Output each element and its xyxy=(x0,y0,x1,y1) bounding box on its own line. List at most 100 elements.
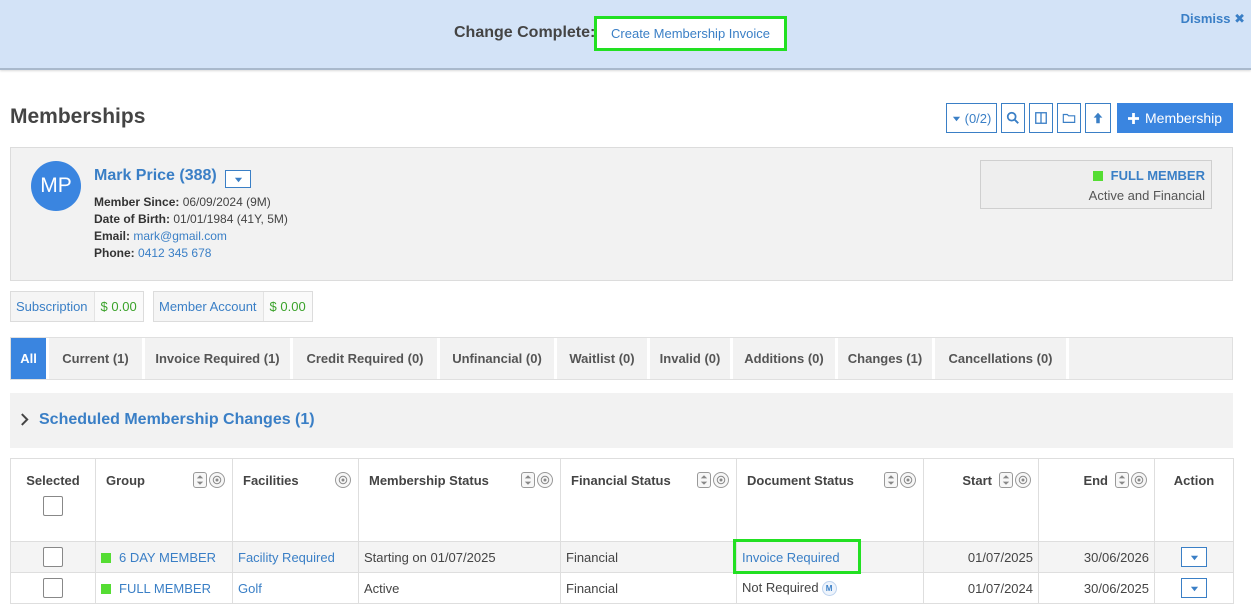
member-since-value: 06/09/2024 (9M) xyxy=(182,195,271,209)
caret-down-icon xyxy=(952,116,960,121)
tab-changes[interactable]: Changes (1) xyxy=(838,338,935,379)
tab-current[interactable]: Current (1) xyxy=(49,338,145,379)
arrow-up-icon xyxy=(1093,112,1103,124)
facilities-cell: Golf xyxy=(232,572,359,604)
col-action-label: Action xyxy=(1173,473,1215,488)
folder-icon xyxy=(1062,113,1076,123)
membership-status-cell: Active xyxy=(358,572,561,604)
add-membership-label: Membership xyxy=(1145,110,1223,126)
col-financial-status-label: Financial Status xyxy=(571,473,671,488)
group-link[interactable]: 6 DAY MEMBER xyxy=(119,550,216,565)
status-tabs: All Current (1) Invoice Required (1) Cre… xyxy=(10,337,1233,380)
col-end-label: End xyxy=(1083,473,1108,488)
banner-label: Change Complete: xyxy=(454,24,596,41)
eye-icon[interactable] xyxy=(1131,472,1147,488)
tab-credit-required[interactable]: Credit Required (0) xyxy=(293,338,440,379)
eye-icon[interactable] xyxy=(713,472,729,488)
columns-icon xyxy=(1035,112,1047,124)
caret-down-icon xyxy=(1190,586,1198,591)
tab-all[interactable]: All xyxy=(11,338,49,379)
add-membership-button[interactable]: Membership xyxy=(1117,103,1234,133)
row-action-dropdown[interactable] xyxy=(1181,547,1207,567)
row-checkbox[interactable] xyxy=(43,547,63,567)
change-complete-banner: Change Complete: Create Membership Invoi… xyxy=(0,0,1251,70)
facilities-link[interactable]: Golf xyxy=(238,581,262,596)
memberships-table: Selected Group Facilities Membership Sta… xyxy=(10,458,1234,604)
membership-status-box: FULL MEMBER Active and Financial xyxy=(980,160,1212,209)
facilities-link[interactable]: Facility Required xyxy=(238,550,335,565)
tab-additions[interactable]: Additions (0) xyxy=(733,338,838,379)
table-header-row: Selected Group Facilities Membership Sta… xyxy=(10,458,1234,542)
phone-line: Phone: 0412 345 678 xyxy=(94,246,211,260)
table-row[interactable]: 6 DAY MEMBER Facility Required Starting … xyxy=(10,541,1234,573)
select-all-checkbox[interactable] xyxy=(43,496,63,516)
col-membership-status-label: Membership Status xyxy=(369,473,489,488)
sort-icon[interactable] xyxy=(1115,472,1129,488)
email-line: Email: mark@gmail.com xyxy=(94,229,227,243)
caret-down-icon xyxy=(1190,555,1198,560)
subscription-amount: $ 0.00 xyxy=(93,292,143,321)
eye-icon[interactable] xyxy=(209,472,225,488)
col-end: End xyxy=(1038,458,1155,542)
columns-button[interactable] xyxy=(1029,103,1053,133)
subscription-balance[interactable]: Subscription $ 0.00 xyxy=(10,291,144,322)
status-indicator xyxy=(1092,170,1103,181)
col-membership-status: Membership Status xyxy=(358,458,561,542)
member-actions-dropdown[interactable] xyxy=(225,170,251,188)
sort-icon[interactable] xyxy=(697,472,711,488)
row-action-dropdown[interactable] xyxy=(1181,578,1207,598)
col-selected-label: Selected xyxy=(26,473,80,488)
member-since-line: Member Since: 06/09/2024 (9M) xyxy=(94,195,271,209)
col-facilities-label: Facilities xyxy=(243,473,299,488)
tab-cancellations[interactable]: Cancellations (0) xyxy=(935,338,1069,379)
financial-status-cell: Financial xyxy=(560,541,737,573)
tab-invoice-required[interactable]: Invoice Required (1) xyxy=(145,338,293,379)
email-link[interactable]: mark@gmail.com xyxy=(133,229,227,243)
member-account-balance[interactable]: Member Account $ 0.00 xyxy=(153,291,313,322)
page-title: Memberships xyxy=(10,105,146,128)
row-checkbox[interactable] xyxy=(43,578,63,598)
scheduled-changes-panel[interactable]: Scheduled Membership Changes (1) xyxy=(10,393,1233,448)
filter-count: (0/2) xyxy=(964,110,992,126)
create-membership-invoice-link[interactable]: Create Membership Invoice xyxy=(594,16,787,51)
eye-icon[interactable] xyxy=(1015,472,1031,488)
col-facilities: Facilities xyxy=(232,458,359,542)
invoice-required-link[interactable]: Invoice Required xyxy=(742,550,840,565)
tab-unfinancial[interactable]: Unfinancial (0) xyxy=(440,338,557,379)
eye-icon[interactable] xyxy=(900,472,916,488)
member-card: MP Mark Price (388) Member Since: 06/09/… xyxy=(10,147,1233,281)
sort-icon[interactable] xyxy=(884,472,898,488)
tab-waitlist[interactable]: Waitlist (0) xyxy=(557,338,650,379)
group-cell: FULL MEMBER xyxy=(95,572,233,604)
table-row[interactable]: FULL MEMBER Golf Active Financial Not Re… xyxy=(10,572,1234,604)
sort-icon[interactable] xyxy=(521,472,535,488)
dob-line: Date of Birth: 01/01/1984 (41Y, 5M) xyxy=(94,212,288,226)
financial-status-cell: Financial xyxy=(560,572,737,604)
member-name-link[interactable]: Mark Price (388) xyxy=(94,167,217,185)
action-cell xyxy=(1154,572,1234,604)
scheduled-changes-title: Scheduled Membership Changes (1) xyxy=(39,411,315,428)
document-status-text: Not Required xyxy=(742,579,819,595)
facilities-cell: Facility Required xyxy=(232,541,359,573)
dismiss-button[interactable]: Dismiss ✖ xyxy=(1181,11,1245,27)
tab-invalid[interactable]: Invalid (0) xyxy=(650,338,733,379)
group-color-indicator xyxy=(101,553,111,564)
col-document-status-label: Document Status xyxy=(747,473,854,488)
end-cell: 30/06/2025 xyxy=(1038,572,1155,604)
status-title: FULL MEMBER xyxy=(1110,168,1205,183)
dob-value: 01/01/1984 (41Y, 5M) xyxy=(173,212,288,226)
folder-button[interactable] xyxy=(1057,103,1081,133)
search-icon xyxy=(1006,111,1019,124)
sort-icon[interactable] xyxy=(193,472,207,488)
search-button[interactable] xyxy=(1001,103,1025,133)
phone-link[interactable]: 0412 345 678 xyxy=(138,246,211,260)
group-link[interactable]: FULL MEMBER xyxy=(119,581,211,596)
sort-icon[interactable] xyxy=(999,472,1013,488)
col-financial-status: Financial Status xyxy=(560,458,737,542)
eye-icon[interactable] xyxy=(537,472,553,488)
filter-dropdown-button[interactable]: (0/2) xyxy=(946,103,997,133)
col-selected: Selected xyxy=(10,458,96,542)
close-icon: ✖ xyxy=(1234,11,1245,26)
eye-icon[interactable] xyxy=(335,472,351,488)
upload-button[interactable] xyxy=(1085,103,1111,133)
